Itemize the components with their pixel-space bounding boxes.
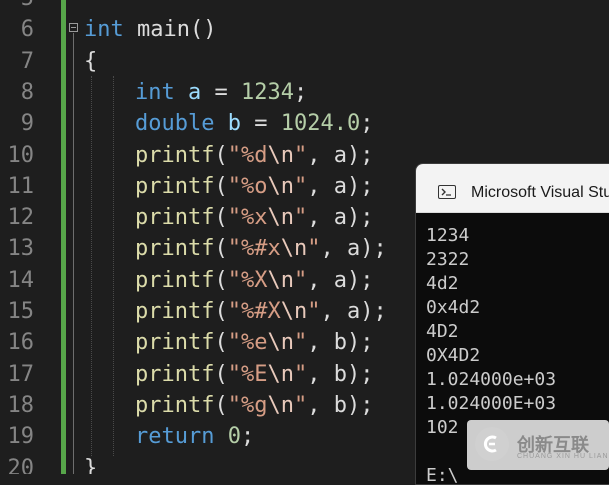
code-line[interactable]: int main() — [84, 14, 216, 45]
watermark-logo: 创新互联 CHUANG XIN HU LIAN — [467, 420, 609, 470]
console-output-line: 1.024000e+03 — [426, 369, 557, 390]
code-line[interactable]: printf("%g\n", b); — [135, 390, 373, 421]
code-line[interactable]: { — [84, 46, 97, 77]
line-number: 9 — [20, 111, 34, 137]
console-titlebar[interactable]: Microsoft Visual Stu — [416, 164, 609, 213]
console-output-line: 102 — [426, 417, 459, 438]
code-line[interactable]: double b = 1024.0; — [135, 108, 373, 139]
code-line[interactable]: printf("%x\n", a); — [135, 202, 373, 233]
line-number: 16 — [7, 330, 35, 356]
line-number: 19 — [7, 424, 35, 450]
console-app-icon — [438, 185, 456, 199]
line-number: 15 — [7, 299, 35, 324]
code-line[interactable]: printf("%E\n", b); — [135, 359, 373, 390]
indent-guide — [113, 76, 114, 456]
collapse-icon[interactable] — [69, 23, 78, 32]
line-number: 13 — [7, 236, 35, 262]
code-line[interactable]: int a = 1234; — [135, 77, 307, 108]
line-number: 8 — [20, 79, 34, 105]
line-number: 11 — [7, 173, 35, 199]
line-number: 10 — [7, 142, 35, 168]
watermark-subtitle: CHUANG XIN HU LIAN — [517, 453, 609, 460]
console-output-line: 4D2 — [426, 321, 459, 342]
indent-guide — [91, 76, 92, 456]
console-output-line: 2322 — [426, 249, 470, 270]
fold-guide — [73, 33, 74, 474]
line-number: 17 — [7, 361, 35, 387]
line-number: 14 — [7, 267, 35, 293]
code-line[interactable]: printf("%o\n", a); — [135, 171, 373, 202]
code-line[interactable]: printf("%#X\n", a); — [135, 296, 387, 327]
code-line[interactable]: printf("%d\n", a); — [135, 140, 373, 171]
brand-logo-icon — [475, 427, 509, 461]
line-number: 5 — [0, 0, 34, 14]
console-output-line: 1.024000E+03 — [426, 393, 557, 414]
line-number: 18 — [7, 392, 35, 418]
code-line[interactable]: printf("%e\n", b); — [135, 327, 373, 358]
console-output-line: 1234 — [426, 225, 470, 246]
console-title: Microsoft Visual Stu — [471, 184, 609, 201]
console-output-line: E:\ — [426, 465, 459, 485]
code-line[interactable]: return 0; — [135, 421, 254, 452]
console-output-line: 0x4d2 — [426, 297, 481, 318]
console-output-line: 4d2 — [426, 273, 459, 294]
code-line[interactable]: printf("%#x\n", a); — [135, 233, 387, 264]
console-output-line: 0X4D2 — [426, 345, 481, 366]
code-line[interactable]: } — [84, 453, 97, 475]
code-line[interactable]: printf("%X\n", a); — [135, 265, 373, 296]
change-indicator-bar — [61, 0, 66, 474]
line-number: 12 — [7, 205, 35, 231]
line-number: 6 — [20, 17, 34, 43]
line-number: 7 — [20, 48, 34, 74]
line-number: 20 — [7, 455, 35, 475]
